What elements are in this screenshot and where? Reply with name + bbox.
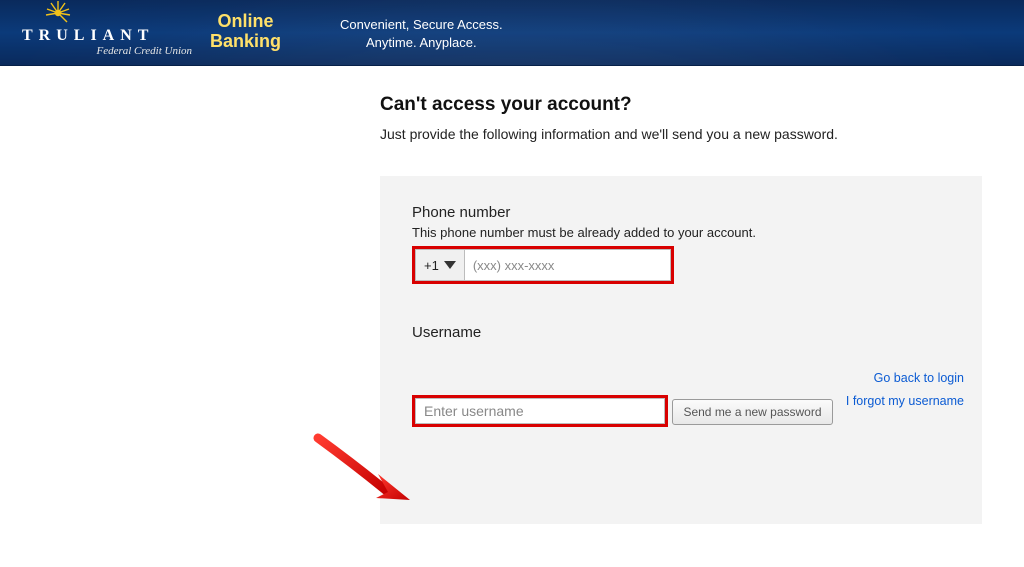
- forgot-username-link[interactable]: I forgot my username: [846, 394, 964, 408]
- side-links: Go back to login I forgot my username: [846, 367, 964, 415]
- username-label: Username: [412, 324, 950, 341]
- main-content: Can't access your account? Just provide …: [0, 66, 1024, 524]
- phone-input-highlight: +1: [412, 246, 674, 284]
- tagline-line2: Anytime. Anyplace.: [340, 34, 503, 52]
- sun-icon: [45, 0, 71, 26]
- brand-subtitle: Federal Credit Union: [96, 45, 192, 57]
- send-password-button[interactable]: Send me a new password: [672, 399, 832, 425]
- tagline-line1: Convenient, Secure Access.: [340, 16, 503, 34]
- phone-input-group: +1: [415, 249, 671, 281]
- recovery-form-panel: Phone number This phone number must be a…: [380, 176, 982, 524]
- phone-label: Phone number: [412, 204, 950, 221]
- online-banking-line2: Banking: [210, 32, 281, 52]
- app-header: TRULIANT Federal Credit Union Online Ban…: [0, 0, 1024, 66]
- username-input-highlight: [412, 395, 668, 427]
- phone-number-input[interactable]: [465, 249, 671, 281]
- country-code-picker[interactable]: +1: [415, 249, 465, 281]
- chevron-down-icon: [444, 261, 456, 269]
- brand-name: TRULIANT: [22, 27, 154, 45]
- phone-help-text: This phone number must be already added …: [412, 225, 950, 240]
- page-subtitle: Just provide the following information a…: [380, 126, 996, 142]
- tagline: Convenient, Secure Access. Anytime. Anyp…: [340, 16, 503, 51]
- page-title: Can't access your account?: [380, 94, 996, 116]
- username-input[interactable]: [415, 398, 665, 424]
- country-code-value: +1: [424, 258, 439, 273]
- annotation-arrow-icon: [310, 430, 430, 520]
- back-to-login-link[interactable]: Go back to login: [874, 371, 964, 385]
- online-banking-label: Online Banking: [210, 12, 281, 52]
- online-banking-line1: Online: [210, 12, 281, 32]
